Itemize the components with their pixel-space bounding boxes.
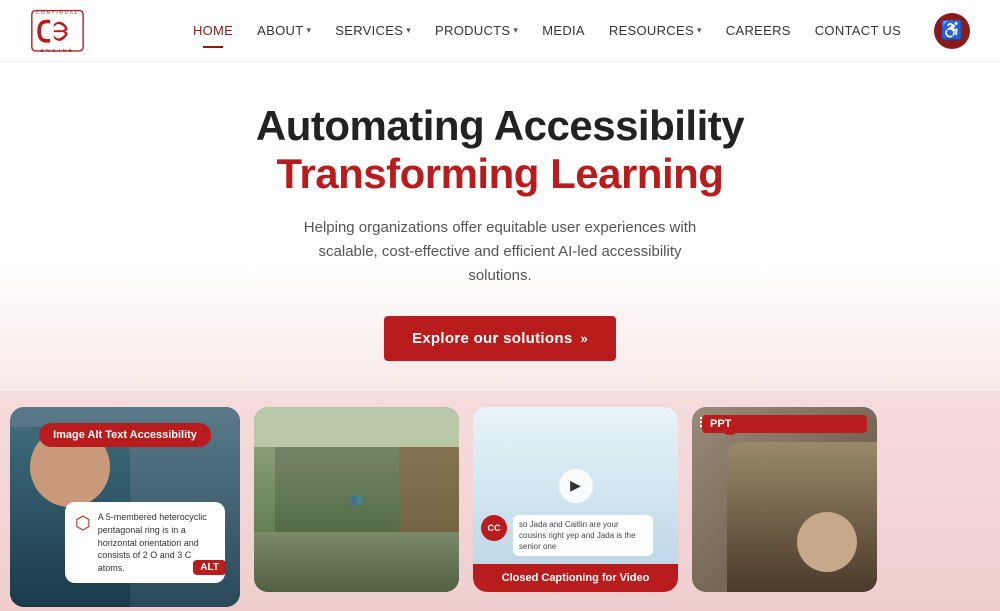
nav-contact[interactable]: CONTACT US [805,15,911,46]
header: CONTINUAL ENGINE · · · · · · · · · HOME … [0,0,1000,62]
accessibility-icon: ♿ [941,20,963,41]
cards-section: Image Alt Text Accessibility ⬡ A 5-membe… [0,391,1000,611]
svg-text:· · · · · · · · ·: · · · · · · · · · [48,29,67,33]
play-icon: ▶ [570,477,581,494]
main-nav: HOME ABOUT ▾ SERVICES ▾ PRODUCTS ▾ MEDIA… [170,15,924,46]
nav-media[interactable]: MEDIA [532,15,595,46]
nav-about[interactable]: ABOUT ▾ [247,15,321,46]
chevron-down-icon: ▾ [513,25,518,36]
card-people: 👥 [254,407,459,592]
image-alt-badge: Image Alt Text Accessibility [39,423,211,447]
chevrons-icon: » [580,331,588,346]
accessibility-button[interactable]: ♿ [934,13,970,49]
hero-section: Automating Accessibility Transforming Le… [0,62,1000,391]
svg-text:ENGINE: ENGINE [40,47,74,52]
chevron-down-icon: ▾ [697,25,702,36]
svg-text:CONTINUAL: CONTINUAL [36,10,79,15]
logo-icon: CONTINUAL ENGINE · · · · · · · · · [30,6,85,56]
hero-subtext: Helping organizations offer equitable us… [290,216,710,288]
nav-services[interactable]: SERVICES ▾ [325,15,421,46]
nav-careers[interactable]: CAREERS [716,15,801,46]
card-ppt: ⏰ PPT [692,407,877,592]
nav-home[interactable]: HOME [183,15,243,46]
ppt-badge: PPT [702,415,867,433]
nav-resources[interactable]: RESOURCES ▾ [599,15,712,46]
hero-heading-1: Automating Accessibility [20,102,980,150]
card-closed-captioning: ▶ CC so Jada and Caitlin are your cousin… [473,407,678,592]
nav-products[interactable]: PRODUCTS ▾ [425,15,528,46]
play-button[interactable]: ▶ [559,469,593,503]
explore-solutions-button[interactable]: Explore our solutions » [384,316,616,361]
chevron-down-icon: ▾ [306,25,311,36]
closed-captioning-badge: Closed Captioning for Video [473,564,678,592]
molecule-icon: ⬡ [75,511,91,536]
cc-text: so Jada and Caitlin are your cousins rig… [513,515,653,557]
cc-icon: CC [481,515,507,541]
card-image-alt: Image Alt Text Accessibility ⬡ A 5-membe… [10,407,240,607]
logo[interactable]: CONTINUAL ENGINE · · · · · · · · · [30,6,170,56]
chevron-down-icon: ▾ [406,25,411,36]
hero-heading-2: Transforming Learning [20,150,980,198]
cc-area: CC so Jada and Caitlin are your cousins … [481,515,653,557]
